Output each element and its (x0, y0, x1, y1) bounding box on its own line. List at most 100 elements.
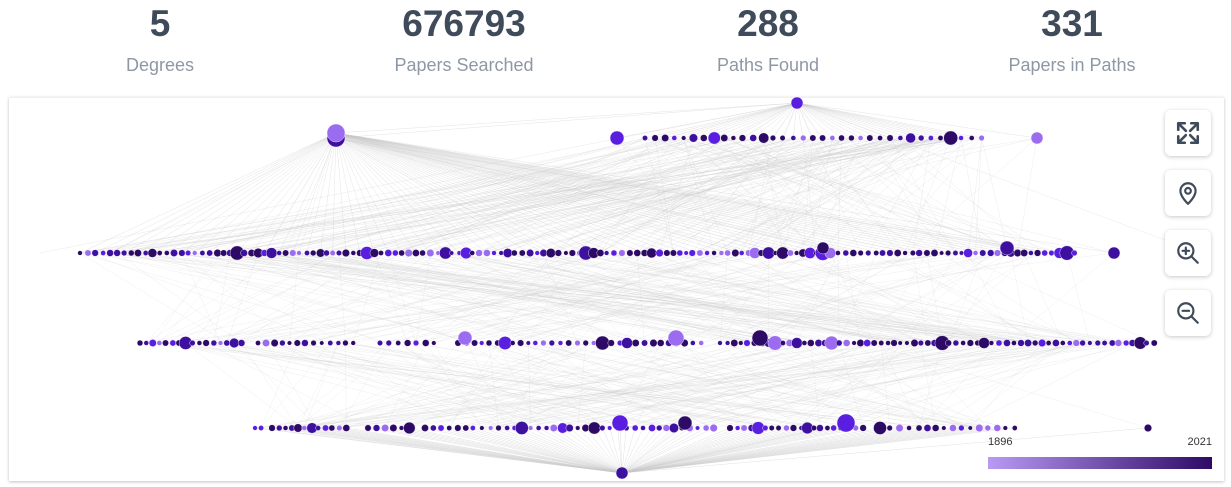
paper-node[interactable] (296, 250, 302, 256)
paper-node[interactable] (582, 339, 589, 347)
locate-button[interactable] (1165, 170, 1211, 216)
paper-node[interactable] (121, 249, 128, 257)
paper-node[interactable] (549, 424, 558, 432)
paper-node[interactable] (528, 425, 534, 431)
paper-node[interactable] (751, 329, 769, 347)
paper-node[interactable] (84, 249, 92, 257)
paper-node[interactable] (768, 425, 775, 431)
paper-node[interactable] (814, 339, 823, 347)
paper-node[interactable] (488, 425, 494, 431)
paper-node[interactable] (930, 249, 939, 257)
paper-node[interactable] (384, 249, 393, 257)
paper-node[interactable] (265, 247, 278, 259)
paper-node[interactable] (878, 340, 885, 346)
paper-node[interactable] (978, 337, 990, 349)
paper-node[interactable] (404, 249, 413, 257)
paper-node[interactable] (819, 134, 826, 142)
paper-node[interactable] (237, 339, 246, 347)
paper-node[interactable] (255, 340, 261, 346)
paper-node[interactable] (851, 340, 857, 346)
paper-node[interactable] (596, 249, 605, 257)
paper-node[interactable] (293, 423, 303, 433)
paper-node[interactable] (422, 339, 430, 347)
paper-node[interactable] (565, 339, 572, 347)
paper-node[interactable] (252, 425, 258, 431)
paper-node[interactable] (915, 424, 923, 432)
paper-node[interactable] (610, 249, 618, 257)
paper-node[interactable] (437, 424, 445, 432)
paper-node[interactable] (419, 249, 426, 257)
paper-node[interactable] (943, 130, 958, 146)
paper-node[interactable] (170, 249, 178, 257)
paper-node[interactable] (725, 340, 731, 346)
paper-node[interactable] (1071, 249, 1078, 257)
paper-node[interactable] (816, 241, 830, 255)
paper-node[interactable] (213, 249, 222, 257)
paper-node[interactable] (895, 424, 904, 432)
paper-node[interactable] (984, 424, 991, 432)
paper-node[interactable] (829, 135, 836, 141)
paper-node[interactable] (329, 250, 336, 256)
paper-node[interactable] (726, 424, 734, 432)
paper-node[interactable] (655, 249, 664, 257)
paper-node[interactable] (113, 249, 121, 257)
paper-node[interactable] (557, 340, 564, 346)
paper-node[interactable] (1030, 131, 1044, 145)
paper-node[interactable] (870, 339, 878, 347)
paper-node[interactable] (968, 135, 975, 141)
paper-node[interactable] (495, 424, 502, 432)
paper-node[interactable] (485, 339, 493, 347)
paper-node[interactable] (162, 339, 169, 347)
paper-node[interactable] (762, 246, 775, 260)
paper-node[interactable] (769, 134, 776, 142)
paper-node[interactable] (189, 339, 196, 347)
paper-node[interactable] (979, 249, 987, 257)
paper-node[interactable] (534, 250, 540, 256)
paper-node[interactable] (789, 424, 798, 432)
paper-node[interactable] (842, 339, 851, 347)
paper-node[interactable] (709, 424, 718, 432)
paper-node[interactable] (949, 424, 957, 432)
paper-node[interactable] (758, 132, 770, 144)
paper-node[interactable] (885, 340, 891, 346)
paper-node[interactable] (897, 340, 903, 346)
paper-node[interactable] (879, 249, 886, 257)
paper-node[interactable] (886, 424, 893, 432)
paper-node[interactable] (958, 424, 965, 432)
paper-node[interactable] (535, 425, 542, 431)
paper-node[interactable] (322, 424, 329, 432)
paper-node[interactable] (863, 339, 872, 347)
paper-node[interactable] (301, 425, 307, 431)
paper-node[interactable] (738, 134, 747, 142)
paper-node[interactable] (554, 249, 562, 257)
paper-node[interactable] (669, 423, 679, 433)
paper-node[interactable] (210, 339, 217, 347)
paper-node[interactable] (928, 135, 934, 141)
paper-node[interactable] (342, 339, 349, 347)
paper-node[interactable] (1028, 250, 1034, 256)
paper-node[interactable] (282, 425, 289, 431)
paper-node[interactable] (336, 250, 342, 256)
paper-node[interactable] (775, 425, 782, 431)
paper-node[interactable] (1012, 425, 1018, 431)
paper-node[interactable] (993, 249, 1001, 257)
paper-node[interactable] (91, 249, 99, 257)
paper-node[interactable] (1094, 339, 1101, 347)
paper-node[interactable] (364, 424, 372, 432)
paper-node[interactable] (642, 135, 648, 141)
paper-node[interactable] (1150, 339, 1158, 347)
paper-node[interactable] (800, 134, 807, 142)
paper-node[interactable] (156, 250, 163, 256)
paper-node[interactable] (369, 248, 379, 258)
paper-node[interactable] (498, 336, 512, 350)
paper-node[interactable] (169, 339, 177, 347)
paper-node[interactable] (621, 337, 633, 349)
paper-node[interactable] (315, 425, 321, 431)
paper-node[interactable] (735, 425, 741, 431)
paper-node[interactable] (904, 340, 910, 346)
paper-node[interactable] (663, 249, 671, 257)
paper-node[interactable] (909, 250, 916, 256)
paper-node[interactable] (646, 247, 657, 259)
paper-node[interactable] (431, 340, 437, 346)
paper-node[interactable] (412, 339, 420, 347)
